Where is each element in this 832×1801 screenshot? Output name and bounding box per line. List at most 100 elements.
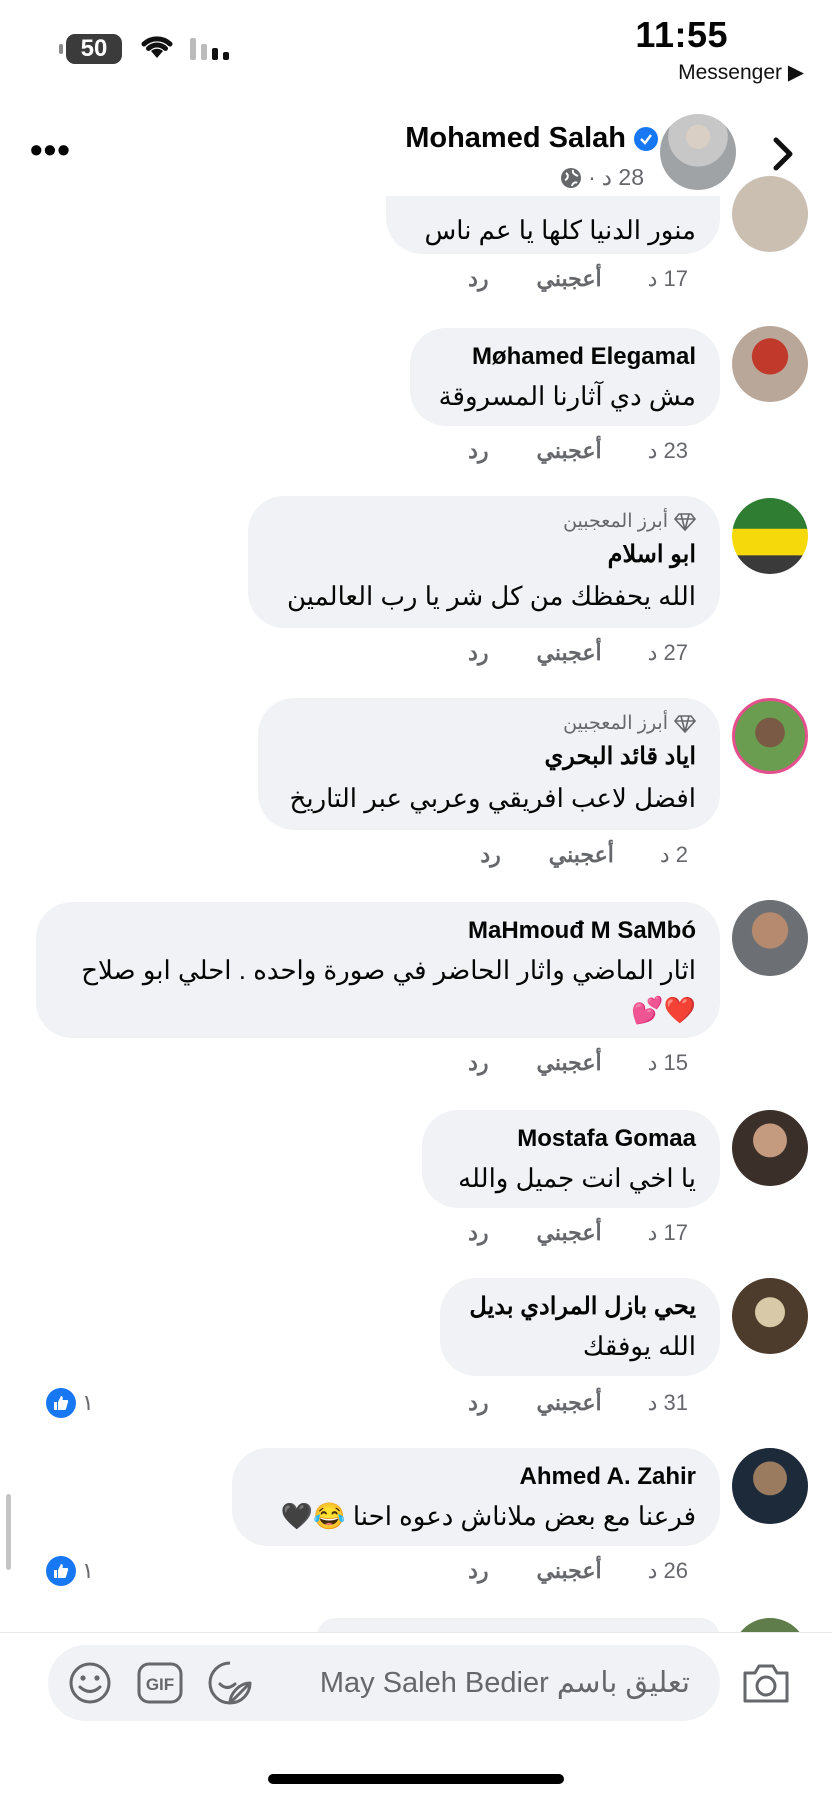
cellular-signal-icon [190,38,229,60]
comment-text: مش دي آثارنا المسروقة [438,381,696,411]
reaction-number: ١ [82,1558,94,1583]
comment-avatar[interactable] [732,1110,808,1186]
camera-icon[interactable] [740,1659,792,1707]
comment-author[interactable]: Møhamed Elegamal [472,340,696,374]
like-button[interactable]: أعجبني [549,842,614,868]
top-fan-badge: أبرز المعجبين [563,508,696,536]
post-time: 28 د [601,164,644,190]
comment-avatar[interactable] [732,326,808,402]
comment-text: اثار الماضي واثار الحاضر في صورة واحده .… [81,955,696,985]
comment-text: الله يحفظك من كل شر يا رب العالمين [287,581,696,611]
like-reaction-icon [46,1388,76,1418]
top-fan-badge: أبرز المعجبين [563,710,696,738]
composer-field[interactable]: GIF تعليق باسم May Saleh Bedier [48,1645,720,1721]
comment-bubble[interactable]: أبرز المعجبين ابو اسلام الله يحفظك من كل… [248,496,720,628]
like-button[interactable]: أعجبني [537,1050,602,1076]
comment-time: 2 د [659,842,688,867]
gif-icon[interactable]: GIF [136,1659,184,1707]
comment-time: 23 د [647,438,688,463]
post-author[interactable]: Mohamed Salah [405,122,658,155]
diamond-icon [674,513,696,531]
reply-button[interactable]: رد [468,1220,488,1246]
sticker-icon[interactable] [206,1659,254,1707]
comment-actions: 15 د أعجبني رد [468,1050,688,1076]
author-avatar[interactable] [660,114,736,190]
comment-text: فرعنا مع بعض ملاناش دعوه احنا 😂🖤 [280,1501,696,1531]
reply-button[interactable]: رد [468,1390,488,1416]
like-button[interactable]: أعجبني [537,266,602,292]
like-button[interactable]: أعجبني [537,1390,602,1416]
comment-actions: 23 د أعجبني رد [468,438,688,464]
comment-bubble[interactable]: أبرز المعجبين اياد قائد البحري افضل لاعب… [258,698,720,830]
comment-avatar[interactable] [732,1278,808,1354]
meta-separator: · [588,164,596,190]
comment-time: 15 د [647,1050,688,1075]
back-to-messenger[interactable]: Messenger ▶ [678,60,804,85]
comment-actions: 17 د أعجبني رد [468,1220,688,1246]
comment-time: 17 د [647,1220,688,1245]
reaction-number: ١ [82,1390,94,1415]
reply-button[interactable]: رد [468,1558,488,1584]
like-button[interactable]: أعجبني [537,640,602,666]
like-button[interactable]: أعجبني [537,1220,602,1246]
comment-avatar[interactable] [732,498,808,574]
comment-avatar[interactable] [732,698,808,774]
reply-button[interactable]: رد [468,266,488,292]
more-options-icon[interactable]: ••• [30,132,71,168]
comment-avatar[interactable] [732,176,808,252]
comment-bubble[interactable]: Ahmed A. Zahir فرعنا مع بعض ملاناش دعوه … [232,1448,720,1546]
comment-actions: 31 د أعجبني رد [468,1390,688,1416]
like-button[interactable]: أعجبني [537,1558,602,1584]
comment-text: منور الدنيا كلها يا عم ناس [424,215,696,245]
battery-indicator: 50 [59,34,122,64]
comment-author[interactable]: يحي بازل المرادي بديل [469,1290,696,1324]
diamond-icon [674,715,696,733]
comment-emoji: ❤️💕 [631,995,696,1025]
comment-author[interactable]: ابو اسلام [608,538,696,572]
reply-button[interactable]: رد [468,1050,488,1076]
home-indicator[interactable] [268,1774,564,1784]
comment-actions: 17 د أعجبني رد [468,266,688,292]
comment-text: يا اخي انت جميل والله [458,1163,696,1193]
reply-button[interactable]: رد [480,842,500,868]
comment-time: 17 د [647,266,688,291]
reply-button[interactable]: رد [468,640,488,666]
emoji-icon[interactable] [66,1659,114,1707]
comment-bubble[interactable]: Møhamed Elegamal مش دي آثارنا المسروقة [410,328,720,426]
comment-author[interactable]: اياد قائد البحري [545,740,697,774]
like-button[interactable]: أعجبني [537,438,602,464]
chevron-right-icon[interactable] [772,136,796,172]
comment-author[interactable]: Mostafa Gomaa [517,1122,696,1156]
verified-badge-icon [634,126,658,151]
comment-author[interactable]: Ahmed A. Zahir [520,1460,696,1494]
reaction-count[interactable]: ١ [46,1556,94,1586]
comment-time: 27 د [647,640,688,665]
comment-bubble[interactable]: MaHmouđ M SaMbó اثار الماضي واثار الحاضر… [36,902,720,1038]
comment-avatar[interactable] [732,1448,808,1524]
post-meta: 28 د · [560,164,644,191]
like-reaction-icon [46,1556,76,1586]
comment-actions: 26 د أعجبني رد [468,1558,688,1584]
comment-bubble[interactable]: يحي بازل المرادي بديل الله يوفقك [440,1278,720,1376]
status-time: 11:55 [635,14,728,55]
comment-bubble[interactable]: منور الدنيا كلها يا عم ناس [386,196,720,254]
comment-time: 31 د [647,1390,688,1415]
reaction-count[interactable]: ١ [46,1388,94,1418]
comment-bubble[interactable]: Mostafa Gomaa يا اخي انت جميل والله [422,1110,720,1208]
top-fan-label: أبرز المعجبين [563,511,668,532]
comment-actions: 27 د أعجبني رد [468,640,688,666]
comment-text: الله يوفقك [582,1331,696,1361]
comment-avatar[interactable] [732,900,808,976]
comment-time: 26 د [647,1558,688,1583]
reply-button[interactable]: رد [468,438,488,464]
wifi-icon [141,36,173,58]
comment-actions: 2 د أعجبني رد [480,842,688,868]
globe-icon [561,167,582,188]
comment-input[interactable]: تعليق باسم May Saleh Bedier [320,1645,690,1721]
scroll-indicator[interactable] [6,1494,11,1570]
comment-author[interactable]: MaHmouđ M SaMbó [468,914,696,948]
comment-text: افضل لاعب افريقي وعربي عبر التاريخ [289,783,696,813]
top-fan-label: أبرز المعجبين [563,713,668,734]
gif-label: GIF [146,1675,174,1694]
author-name: Mohamed Salah [405,122,626,154]
